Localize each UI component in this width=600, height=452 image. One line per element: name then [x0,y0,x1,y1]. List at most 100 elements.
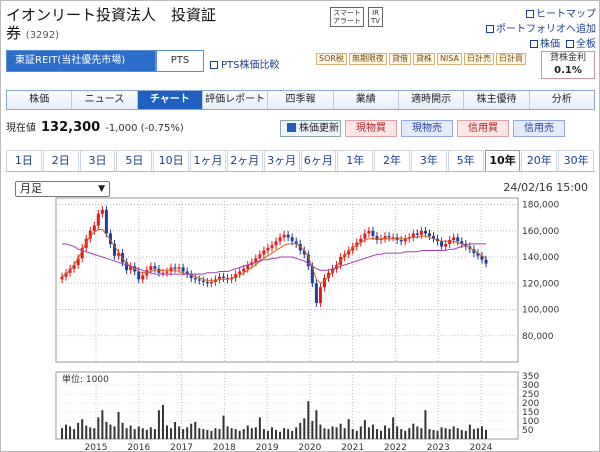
volume-bar [186,427,189,439]
volume-bar [424,410,427,439]
volume-bar [226,426,229,439]
candle-body [222,276,226,279]
candle-body [278,237,282,242]
candle-body [290,237,294,242]
candle-body [452,237,456,240]
volume-bar [121,422,124,439]
volume-bar [380,430,383,439]
volume-bar [448,429,451,439]
volume-bar [250,428,253,439]
candle-body [427,233,431,237]
candle-body [375,236,379,240]
volume-panel-frame [55,371,519,440]
candle-body [197,279,201,281]
volume-bar [485,430,487,439]
candle-body [169,267,173,272]
volume-bar [416,426,419,439]
x-tick-label: 2016 [127,443,150,452]
volume-bar [266,430,269,439]
volume-bar [396,426,399,439]
volume-bar [246,425,249,439]
volume-bar [89,427,92,439]
volume-bar [351,429,354,439]
volume-bar [157,410,160,439]
candle-body [181,267,185,272]
volume-tick-label: 350 [522,372,539,382]
candle-body [60,276,64,280]
volume-bar [206,430,209,439]
volume-bar [323,428,326,439]
volume-bar [371,424,374,439]
volume-bar [400,429,403,439]
volume-bar [97,417,100,439]
volume-bar [178,426,181,439]
volume-bar [133,429,136,439]
volume-bar [319,424,322,439]
volume-bar [198,428,201,439]
volume-bar [468,424,471,439]
volume-bar [384,425,387,439]
volume-bar [238,430,241,439]
candle-body [423,230,427,234]
candle-body [440,241,444,247]
candle-body [205,281,209,284]
candle-body [371,230,375,237]
x-tick-label: 2019 [256,443,279,452]
candle-body [242,268,246,272]
volume-bar [165,425,168,439]
price-tick-label: 180,000 [522,201,559,211]
volume-bar [311,421,314,439]
volume-bar [170,428,173,439]
volume-bar [359,426,362,439]
x-tick-label: 2020 [298,443,321,452]
volume-bar [480,426,483,439]
volume-bar [149,427,152,439]
volume-tick-label: 100 [522,417,539,427]
volume-bar [283,428,286,439]
volume-bar [355,430,358,439]
volume-bar [61,428,63,439]
volume-bar [307,401,310,439]
volume-bar [174,421,177,439]
volume-bar [101,410,104,439]
volume-bar [73,429,76,439]
volume-bar [69,426,72,439]
volume-bar [436,430,439,439]
candle-body [173,267,177,269]
volume-bar [367,427,370,439]
volume-tick-label: 50 [522,426,534,436]
volume-bar [210,430,213,439]
volume-bar [145,430,148,439]
volume-bar [335,427,338,439]
candle-body [157,268,161,273]
volume-tick-label: 250 [522,390,539,400]
volume-bar [388,428,391,439]
candle-body [238,271,242,275]
volume-bar [230,428,233,439]
price-tick-label: 80,000 [522,332,554,342]
volume-bar [299,422,302,439]
volume-bar [125,428,128,439]
volume-bar [476,428,479,439]
volume-bar [412,423,415,439]
candle-body [149,266,153,271]
candle-body [274,241,278,246]
volume-bar [303,418,306,439]
volume-bar [81,419,84,439]
volume-bar [93,428,96,439]
x-tick-label: 2015 [85,443,108,452]
volume-bar [141,428,144,439]
price-tick-label: 160,000 [522,227,559,237]
volume-bar [331,426,334,439]
volume-bar [242,429,245,439]
volume-bar [291,430,294,439]
volume-bar [262,429,265,439]
volume-bar [327,429,330,439]
volume-bar [343,428,346,439]
candle-body [444,243,448,247]
candle-body [201,280,205,282]
candle-body [270,245,274,248]
volume-bar [392,417,395,439]
candle-body [387,236,391,238]
volume-bar [275,430,278,439]
